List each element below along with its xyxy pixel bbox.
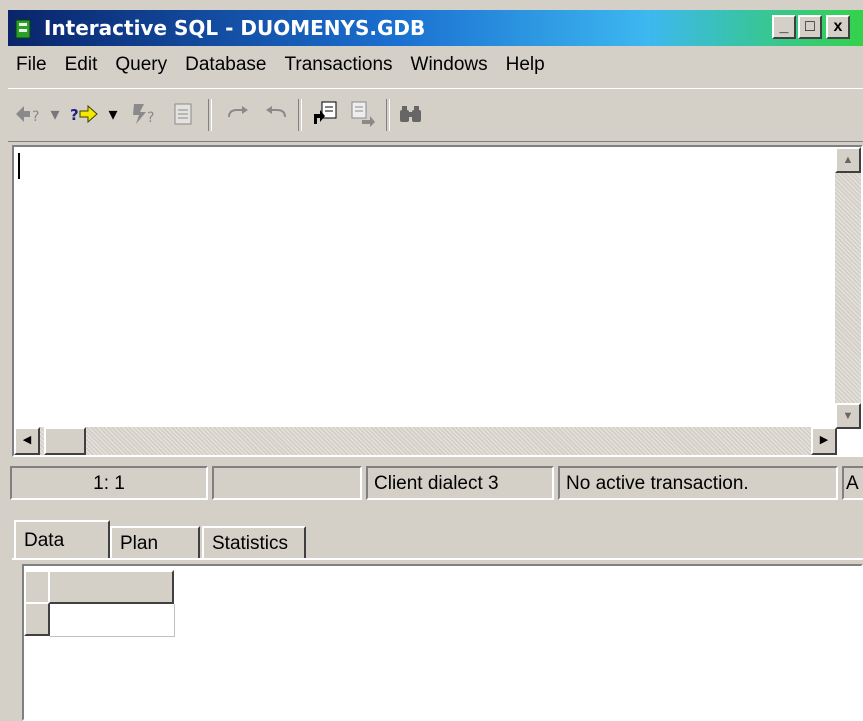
data-grid[interactable] xyxy=(22,564,863,721)
query-next-icon[interactable]: ? xyxy=(68,97,102,131)
menu-database[interactable]: Database xyxy=(177,50,274,80)
close-button[interactable]: x xyxy=(826,15,850,39)
commit-icon[interactable] xyxy=(222,97,256,131)
toolbar-separator xyxy=(298,99,302,131)
scroll-down-button[interactable]: ▼ xyxy=(835,403,861,429)
menu-edit[interactable]: Edit xyxy=(57,50,106,80)
menu-transactions[interactable]: Transactions xyxy=(276,50,400,80)
result-tabs: Data Plan Statistics xyxy=(12,516,863,560)
sql-editor[interactable]: ▲ ▼ ◀ ▶ xyxy=(12,145,863,457)
toolbar: ? ▾ ? ▾ ? xyxy=(8,88,863,142)
text-cursor xyxy=(18,153,20,179)
tab-plan[interactable]: Plan xyxy=(110,526,200,560)
rollback-icon[interactable] xyxy=(258,97,292,131)
vertical-scrollbar[interactable]: ▲ ▼ xyxy=(835,147,861,429)
cursor-position: 1: 1 xyxy=(10,466,208,500)
query-prev-icon[interactable]: ? xyxy=(12,97,46,131)
horizontal-scrollbar[interactable]: ◀ ▶ xyxy=(14,427,837,455)
status-panel-empty xyxy=(212,466,362,500)
load-script-icon[interactable] xyxy=(308,97,342,131)
dropdown-icon[interactable]: ▾ xyxy=(104,97,122,131)
grid-cell[interactable] xyxy=(50,604,175,637)
data-panel xyxy=(12,558,863,721)
svg-text:?: ? xyxy=(147,110,154,126)
execute-icon[interactable]: ? xyxy=(128,97,162,131)
maximize-button[interactable]: □ xyxy=(798,15,822,39)
transaction-status: No active transaction. xyxy=(558,466,838,500)
status-panel-extra: A xyxy=(842,466,863,500)
client-dialect: Client dialect 3 xyxy=(366,466,554,500)
tab-statistics[interactable]: Statistics xyxy=(202,526,306,560)
app-icon xyxy=(14,18,34,40)
menu-help[interactable]: Help xyxy=(498,50,553,80)
minimize-button[interactable]: _ xyxy=(772,15,796,39)
notepad-icon[interactable] xyxy=(166,97,200,131)
grid-corner-cell xyxy=(24,570,50,604)
svg-text:?: ? xyxy=(70,106,79,124)
tab-data[interactable]: Data xyxy=(14,520,110,560)
title-bar[interactable]: Interactive SQL - DUOMENYS.GDB _ □ x xyxy=(8,10,863,46)
grid-column-header[interactable] xyxy=(48,570,174,604)
menu-file[interactable]: File xyxy=(8,50,55,80)
scroll-right-button[interactable]: ▶ xyxy=(811,427,837,455)
menu-windows[interactable]: Windows xyxy=(403,50,496,80)
status-bar: 1: 1 Client dialect 3 No active transact… xyxy=(8,464,863,502)
save-script-icon[interactable] xyxy=(346,97,380,131)
scroll-up-button[interactable]: ▲ xyxy=(835,147,861,173)
find-icon[interactable] xyxy=(394,97,428,131)
toolbar-separator xyxy=(386,99,390,131)
scroll-left-button[interactable]: ◀ xyxy=(14,427,40,455)
menu-query[interactable]: Query xyxy=(107,50,175,80)
dropdown-icon[interactable]: ▾ xyxy=(46,97,64,131)
toolbar-separator xyxy=(208,99,212,131)
svg-text:?: ? xyxy=(32,109,39,125)
grid-row-indicator[interactable] xyxy=(24,602,50,636)
scroll-thumb[interactable] xyxy=(44,427,86,455)
window-title: Interactive SQL - DUOMENYS.GDB xyxy=(44,16,426,40)
menu-bar: File Edit Query Database Transactions Windows… xyxy=(8,50,555,84)
